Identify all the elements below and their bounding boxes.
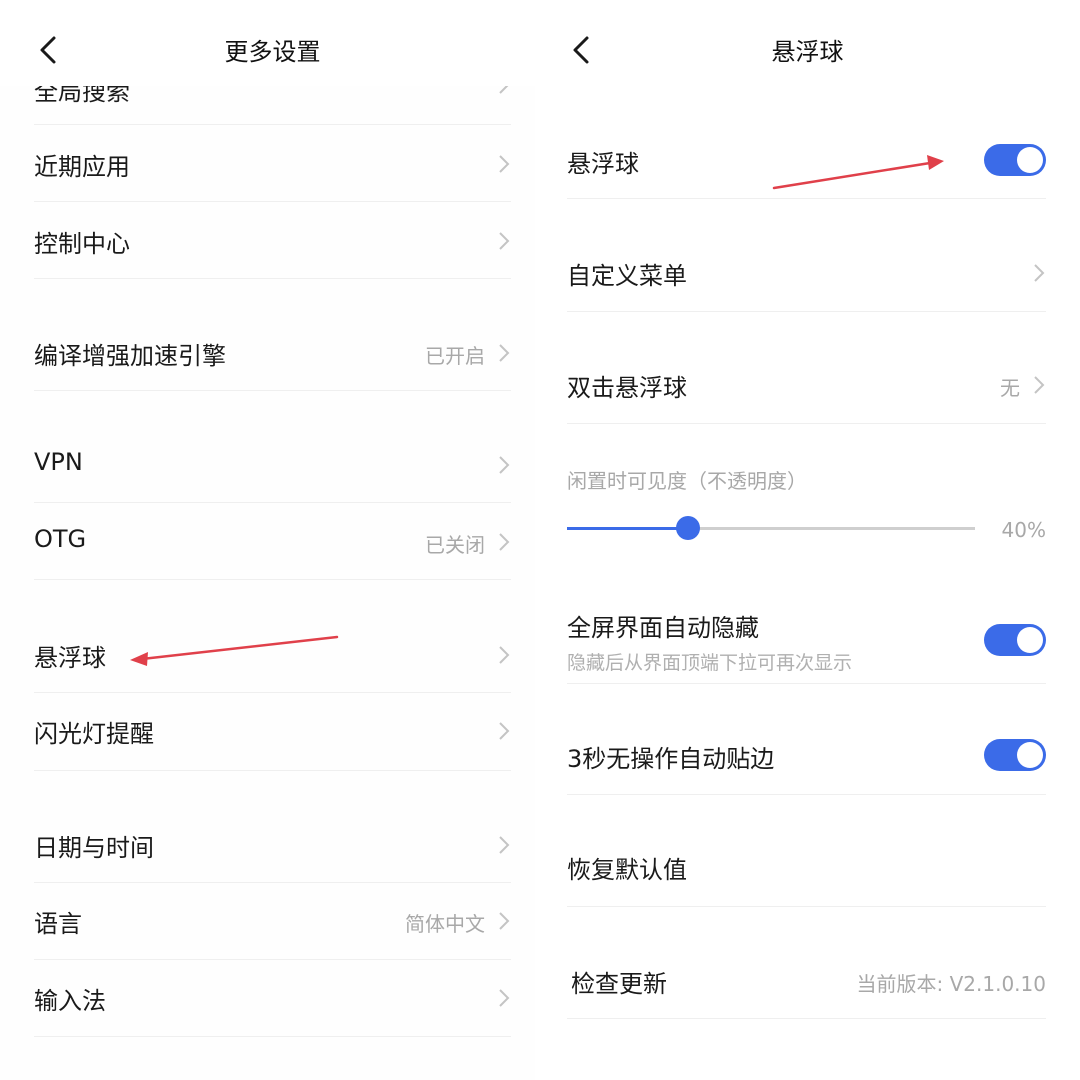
list-item-label: OTG — [34, 525, 87, 553]
list-item-label: 输入法 — [34, 987, 106, 1015]
setting-label: 自定义菜单 — [567, 262, 687, 290]
setting-auto-edge: 3秒无操作自动贴边 — [567, 737, 1046, 773]
list-item-value: 已关闭 — [425, 533, 485, 557]
fullscreen-hide-toggle[interactable] — [984, 624, 1046, 656]
setting-restore-default[interactable]: 恢复默认值 — [567, 848, 1046, 884]
setting-label: 双击悬浮球 — [567, 374, 687, 402]
header: 更多设置 — [0, 0, 535, 86]
divider — [34, 882, 511, 883]
divider — [34, 770, 511, 771]
setting-check-update[interactable]: 检查更新 当前版本: V2.1.0.10 — [567, 962, 1046, 998]
list-item-recent-apps[interactable]: 近期应用 — [34, 145, 511, 181]
list-item-floating-ball[interactable]: 悬浮球 — [34, 636, 511, 672]
list-item-otg[interactable]: OTG 已关闭 — [34, 523, 511, 559]
divider — [567, 1018, 1046, 1019]
list-item-label: 悬浮球 — [34, 644, 106, 672]
setting-label: 3秒无操作自动贴边 — [567, 745, 775, 773]
divider — [567, 423, 1046, 424]
setting-label: 悬浮球 — [567, 150, 639, 178]
setting-description: 隐藏后从界面顶端下拉可再次显示 — [567, 652, 853, 674]
list-item-label: 日期与时间 — [34, 834, 154, 862]
list-item-label: 编译增强加速引擎 — [34, 342, 226, 370]
list-item-control-center[interactable]: 控制中心 — [34, 222, 511, 258]
divider — [567, 794, 1046, 795]
setting-floating-ball: 悬浮球 — [567, 142, 1046, 178]
chevron-right-icon — [499, 232, 510, 250]
chevron-right-icon — [499, 344, 510, 362]
list-item-date-time[interactable]: 日期与时间 — [34, 826, 511, 862]
list-item-vpn[interactable]: VPN — [34, 446, 511, 482]
divider — [567, 311, 1046, 312]
divider — [34, 124, 511, 125]
floating-ball-toggle[interactable] — [984, 144, 1046, 176]
setting-label: 检查更新 — [571, 970, 667, 998]
divider — [34, 201, 511, 202]
page-title: 更多设置 — [224, 38, 321, 66]
chevron-right-icon — [1034, 264, 1045, 282]
divider — [34, 692, 511, 693]
chevron-right-icon — [499, 989, 510, 1007]
setting-value: 无 — [1000, 376, 1020, 400]
divider — [34, 1036, 511, 1037]
setting-fullscreen-hide: 全屏界面自动隐藏 隐藏后从界面顶端下拉可再次显示 — [567, 608, 1046, 674]
floating-ball-screen: 悬浮球 悬浮球 自定义菜单 双击悬浮球 无 闲置时可见度（不透明度） 40% 全… — [535, 0, 1080, 1080]
divider — [567, 683, 1046, 684]
list-item-label: 闪光灯提醒 — [34, 720, 154, 748]
list-item-label: VPN — [34, 448, 83, 476]
toggle-knob — [1017, 742, 1043, 768]
setting-label: 全屏界面自动隐藏 — [567, 614, 759, 642]
idle-visibility-label: 闲置时可见度（不透明度） — [567, 469, 807, 493]
divider — [34, 390, 511, 391]
chevron-right-icon — [499, 646, 510, 664]
chevron-right-icon — [499, 722, 510, 740]
divider — [567, 906, 1046, 907]
divider — [34, 278, 511, 279]
chevron-right-icon — [1034, 376, 1045, 394]
list-item-label: 控制中心 — [34, 230, 130, 258]
chevron-right-icon — [499, 912, 510, 930]
list-item-flash-reminder[interactable]: 闪光灯提醒 — [34, 712, 511, 748]
divider — [34, 579, 511, 580]
setting-custom-menu[interactable]: 自定义菜单 — [567, 254, 1046, 290]
divider — [34, 959, 511, 960]
list-item-input-method[interactable]: 输入法 — [34, 979, 511, 1015]
list-item-label: 语言 — [34, 910, 82, 938]
slider-fill — [567, 527, 688, 530]
setting-label: 恢复默认值 — [567, 856, 687, 884]
more-settings-screen: 更多设置 全局搜索 近期应用 控制中心 编译增强加速引擎 已开启 VPN OTG… — [0, 0, 535, 1080]
chevron-right-icon — [499, 155, 510, 173]
header: 悬浮球 — [535, 0, 1080, 86]
chevron-right-icon — [499, 836, 510, 854]
divider — [567, 198, 1046, 199]
auto-edge-toggle[interactable] — [984, 739, 1046, 771]
list-item-label: 近期应用 — [34, 153, 130, 181]
list-item-value: 已开启 — [425, 344, 485, 368]
chevron-right-icon — [499, 456, 510, 474]
version-text: 当前版本: V2.1.0.10 — [856, 972, 1046, 996]
idle-visibility-value: 40% — [1001, 518, 1046, 542]
slider-thumb[interactable] — [676, 516, 700, 540]
list-item-compile-engine[interactable]: 编译增强加速引擎 已开启 — [34, 334, 511, 370]
page-title: 悬浮球 — [771, 38, 844, 66]
list-item-language[interactable]: 语言 简体中文 — [34, 902, 511, 938]
idle-visibility-slider[interactable] — [567, 516, 975, 540]
divider — [34, 502, 511, 503]
chevron-right-icon — [499, 533, 510, 551]
list-item-value: 简体中文 — [405, 912, 485, 936]
setting-double-tap[interactable]: 双击悬浮球 无 — [567, 366, 1046, 402]
toggle-knob — [1017, 147, 1043, 173]
toggle-knob — [1017, 627, 1043, 653]
